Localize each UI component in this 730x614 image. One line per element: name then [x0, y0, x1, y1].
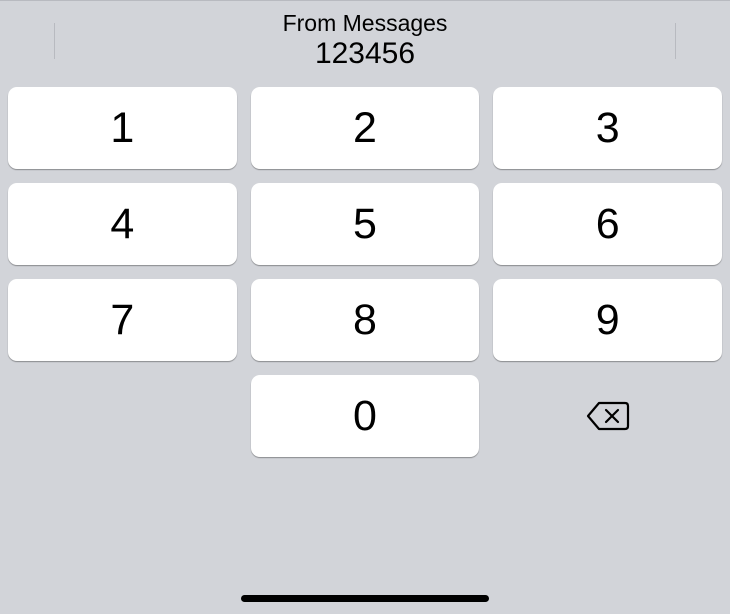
autofill-code-value: 123456: [283, 37, 448, 70]
key-4[interactable]: 4: [8, 183, 237, 265]
backspace-button[interactable]: [493, 375, 722, 457]
autofill-source-label: From Messages: [283, 10, 448, 38]
numeric-keypad: 1 2 3 4 5 6 7 8 9 0: [0, 79, 730, 457]
autofill-suggestion-bar: From Messages 123456: [0, 1, 730, 79]
autofill-suggestion[interactable]: From Messages 123456: [283, 10, 448, 71]
key-9[interactable]: 9: [493, 279, 722, 361]
key-blank: [8, 375, 237, 457]
home-indicator[interactable]: [241, 595, 489, 602]
key-2[interactable]: 2: [251, 87, 480, 169]
key-7[interactable]: 7: [8, 279, 237, 361]
key-8[interactable]: 8: [251, 279, 480, 361]
separator: [675, 23, 676, 59]
key-1[interactable]: 1: [8, 87, 237, 169]
key-3[interactable]: 3: [493, 87, 722, 169]
backspace-icon: [586, 400, 630, 432]
key-5[interactable]: 5: [251, 183, 480, 265]
key-6[interactable]: 6: [493, 183, 722, 265]
separator: [54, 23, 55, 59]
key-0[interactable]: 0: [251, 375, 480, 457]
